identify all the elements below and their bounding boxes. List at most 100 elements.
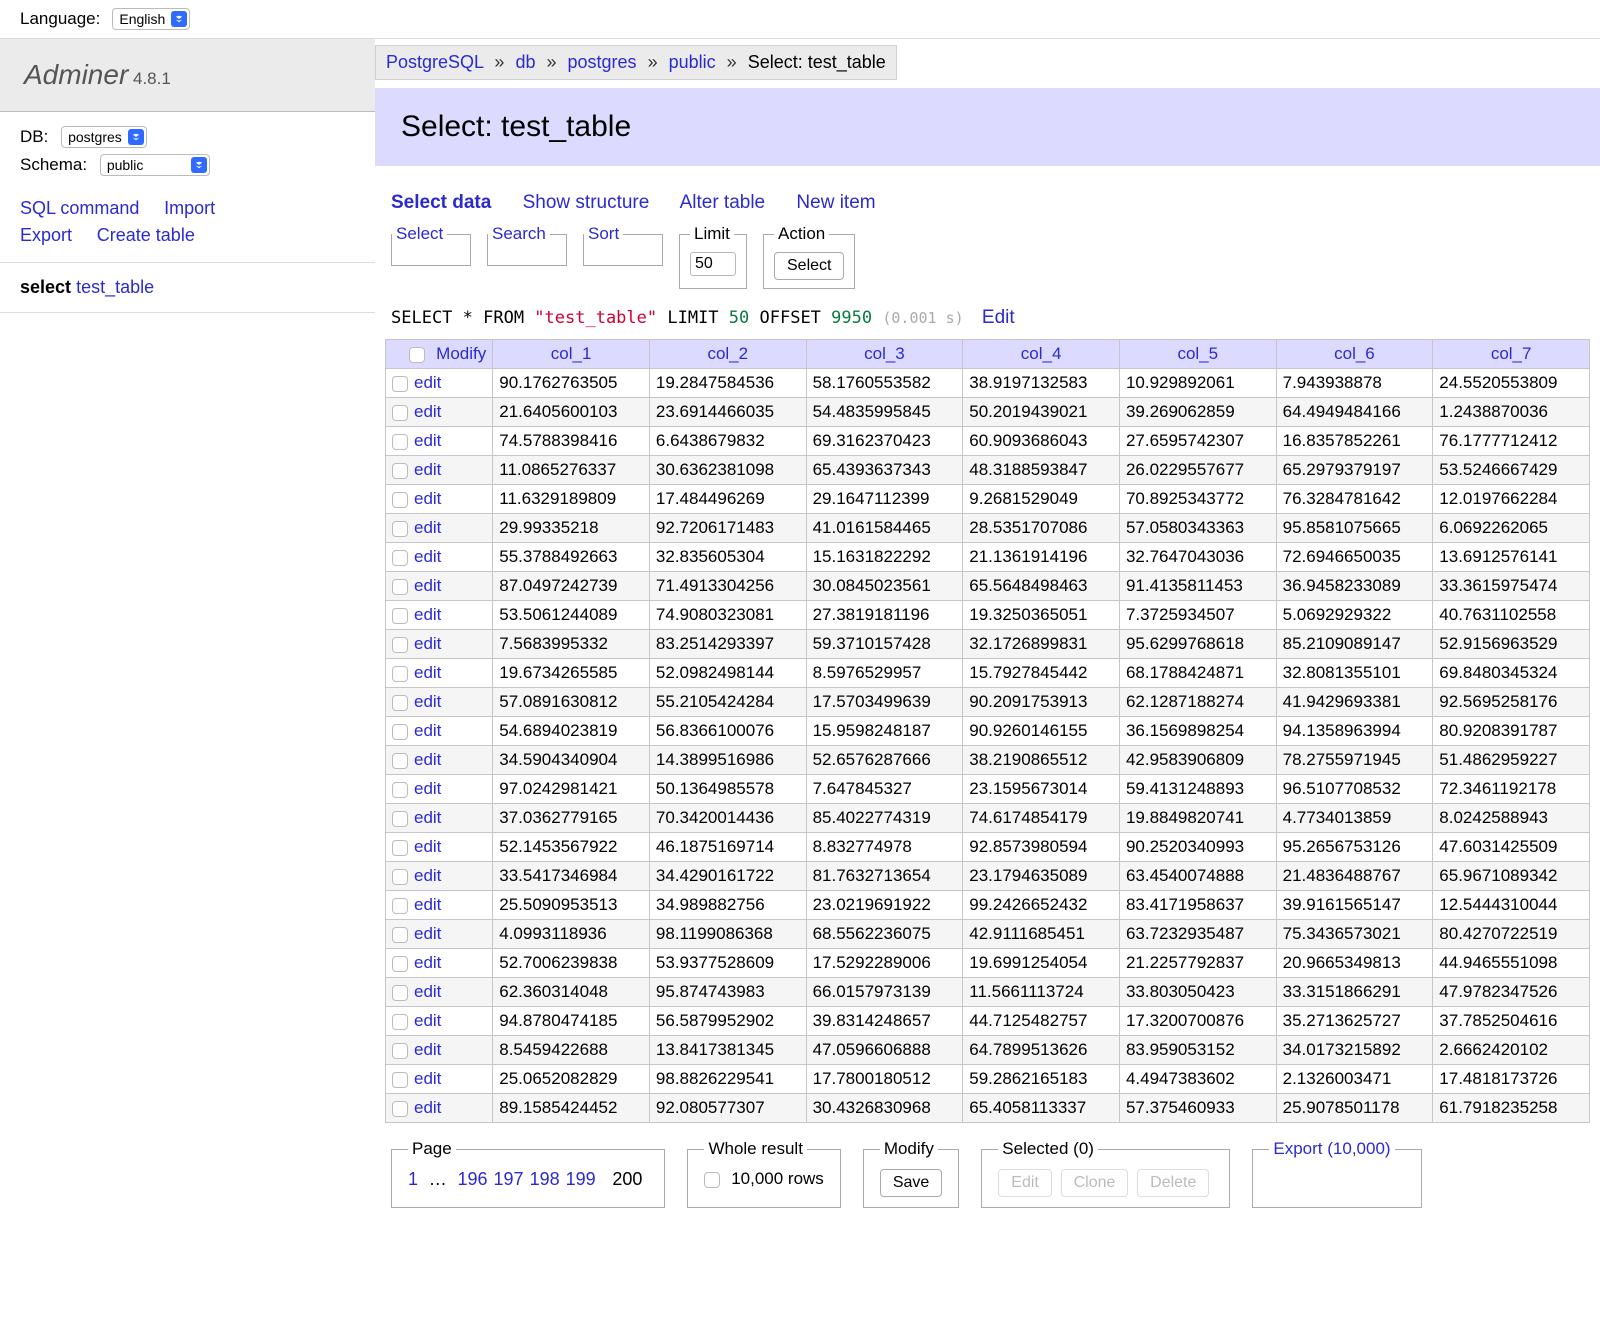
row-checkbox[interactable]: [392, 753, 408, 769]
row-checkbox[interactable]: [392, 637, 408, 653]
row-checkbox[interactable]: [392, 1014, 408, 1030]
page-link[interactable]: 197: [494, 1169, 524, 1189]
row-checkbox[interactable]: [392, 1101, 408, 1117]
row-edit-link[interactable]: edit: [414, 576, 441, 595]
column-header[interactable]: col_2: [649, 340, 806, 369]
save-button[interactable]: Save: [880, 1169, 942, 1197]
sort-fieldset[interactable]: Sort: [583, 224, 663, 266]
column-header[interactable]: col_1: [493, 340, 650, 369]
row-checkbox[interactable]: [392, 956, 408, 972]
row-edit-link[interactable]: edit: [414, 431, 441, 450]
row-edit-link[interactable]: edit: [414, 605, 441, 624]
column-header[interactable]: col_6: [1276, 340, 1433, 369]
row-checkbox[interactable]: [392, 666, 408, 682]
cell: 26.0229557677: [1119, 456, 1276, 485]
search-fieldset[interactable]: Search: [487, 224, 567, 266]
import-link[interactable]: Import: [164, 198, 215, 219]
row-checkbox[interactable]: [392, 550, 408, 566]
whole-result-checkbox[interactable]: [704, 1172, 720, 1188]
cell: 53.5061244089: [493, 601, 650, 630]
row-edit-link[interactable]: edit: [414, 866, 441, 885]
column-header[interactable]: col_5: [1119, 340, 1276, 369]
db-select[interactable]: postgres: [61, 126, 147, 148]
page-link[interactable]: 196: [457, 1169, 487, 1189]
row-checkbox[interactable]: [392, 811, 408, 827]
row-checkbox[interactable]: [392, 840, 408, 856]
sidebar-table-link[interactable]: test_table: [76, 277, 154, 297]
show-structure-link[interactable]: Show structure: [523, 192, 650, 213]
row-checkbox[interactable]: [392, 898, 408, 914]
row-edit-link[interactable]: edit: [414, 663, 441, 682]
table-row: edit21.640560010323.691446603554.4835995…: [386, 398, 1590, 427]
sql-command-link[interactable]: SQL command: [20, 198, 139, 219]
row-edit-link[interactable]: edit: [414, 402, 441, 421]
page-first[interactable]: 1: [408, 1169, 418, 1189]
row-checkbox[interactable]: [392, 724, 408, 740]
schema-select[interactable]: public: [100, 154, 210, 176]
cell: 37.0362779165: [493, 804, 650, 833]
select-all-checkbox[interactable]: [409, 347, 425, 363]
row-edit-link[interactable]: edit: [414, 547, 441, 566]
edit-button: Edit: [998, 1169, 1052, 1197]
row-edit-link[interactable]: edit: [414, 460, 441, 479]
crumb-database[interactable]: postgres: [568, 52, 637, 72]
crumb-conn[interactable]: db: [515, 52, 535, 72]
row-edit-link[interactable]: edit: [414, 634, 441, 653]
row-checkbox[interactable]: [392, 695, 408, 711]
row-edit-link[interactable]: edit: [414, 750, 441, 769]
select-fieldset[interactable]: Select: [391, 224, 471, 266]
modify-header[interactable]: Modify: [436, 344, 486, 363]
row-edit-link[interactable]: edit: [414, 982, 441, 1001]
action-select-button[interactable]: Select: [774, 252, 844, 280]
row-checkbox[interactable]: [392, 927, 408, 943]
sql-edit-link[interactable]: Edit: [982, 307, 1015, 328]
row-edit-cell: edit: [386, 456, 493, 485]
row-checkbox[interactable]: [392, 1072, 408, 1088]
row-edit-link[interactable]: edit: [414, 518, 441, 537]
row-checkbox[interactable]: [392, 376, 408, 392]
row-checkbox[interactable]: [392, 1043, 408, 1059]
page-link[interactable]: 198: [530, 1169, 560, 1189]
row-checkbox[interactable]: [392, 434, 408, 450]
export-link[interactable]: Export: [20, 225, 72, 246]
row-checkbox[interactable]: [392, 579, 408, 595]
new-item-link[interactable]: New item: [796, 192, 875, 213]
row-edit-link[interactable]: edit: [414, 721, 441, 740]
row-checkbox[interactable]: [392, 782, 408, 798]
row-edit-link[interactable]: edit: [414, 924, 441, 943]
row-checkbox[interactable]: [392, 492, 408, 508]
row-edit-link[interactable]: edit: [414, 1011, 441, 1030]
row-checkbox[interactable]: [392, 608, 408, 624]
row-edit-link[interactable]: edit: [414, 373, 441, 392]
row-edit-link[interactable]: edit: [414, 808, 441, 827]
row-edit-link[interactable]: edit: [414, 1040, 441, 1059]
row-edit-link[interactable]: edit: [414, 1098, 441, 1117]
row-checkbox[interactable]: [392, 521, 408, 537]
brand-name[interactable]: Adminer: [24, 59, 128, 90]
cell: 11.6329189809: [493, 485, 650, 514]
create-table-link[interactable]: Create table: [97, 225, 195, 246]
row-edit-link[interactable]: edit: [414, 779, 441, 798]
row-edit-link[interactable]: edit: [414, 692, 441, 711]
row-edit-link[interactable]: edit: [414, 489, 441, 508]
export-fieldset[interactable]: Export (10,000): [1252, 1139, 1422, 1208]
row-edit-link[interactable]: edit: [414, 837, 441, 856]
row-checkbox[interactable]: [392, 463, 408, 479]
row-edit-link[interactable]: edit: [414, 895, 441, 914]
crumb-server[interactable]: PostgreSQL: [386, 52, 483, 72]
column-header[interactable]: col_7: [1433, 340, 1590, 369]
row-edit-cell: edit: [386, 862, 493, 891]
crumb-schema[interactable]: public: [669, 52, 716, 72]
language-select[interactable]: English: [112, 8, 190, 30]
row-checkbox[interactable]: [392, 405, 408, 421]
alter-table-link[interactable]: Alter table: [680, 192, 766, 213]
page-link[interactable]: 199: [566, 1169, 596, 1189]
row-checkbox[interactable]: [392, 985, 408, 1001]
row-edit-link[interactable]: edit: [414, 1069, 441, 1088]
limit-input[interactable]: [690, 252, 736, 276]
row-checkbox[interactable]: [392, 869, 408, 885]
column-header[interactable]: col_4: [963, 340, 1120, 369]
cell: 57.0580343363: [1119, 514, 1276, 543]
column-header[interactable]: col_3: [806, 340, 963, 369]
row-edit-link[interactable]: edit: [414, 953, 441, 972]
